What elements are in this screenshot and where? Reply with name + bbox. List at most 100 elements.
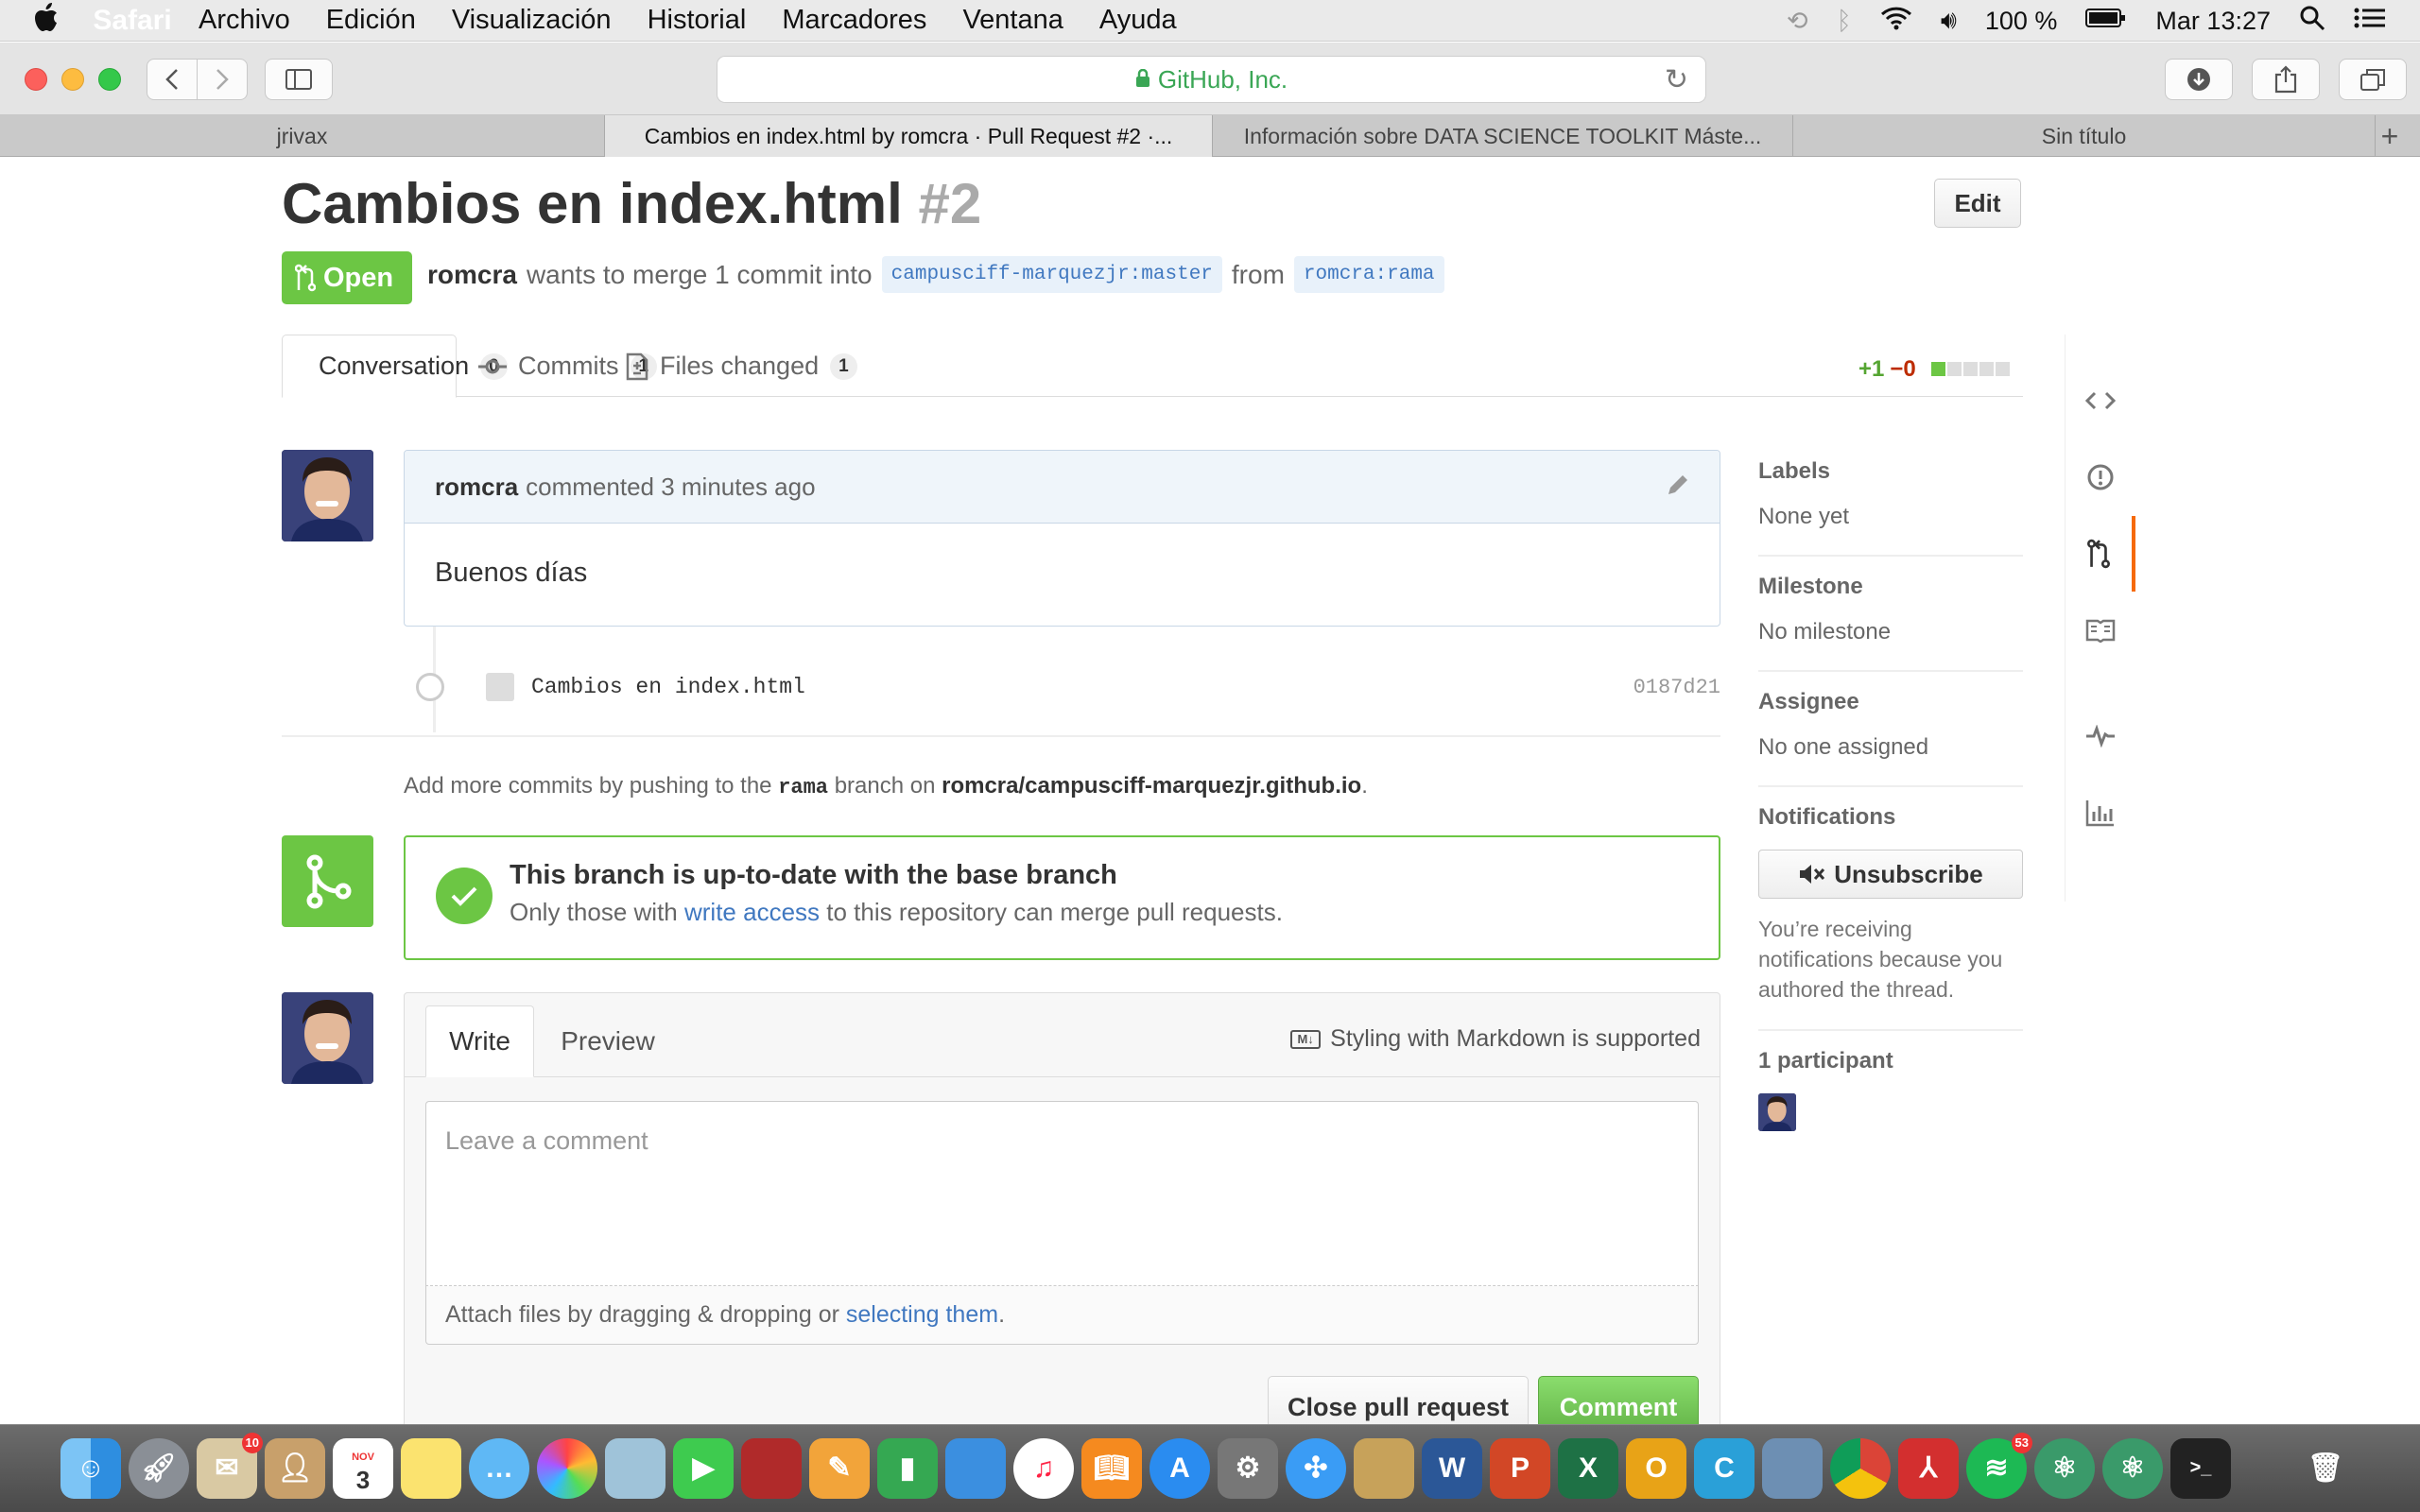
pencil-icon[interactable]	[1665, 472, 1691, 505]
launchpad-icon[interactable]: 🚀︎	[129, 1437, 189, 1499]
issues-icon[interactable]	[2066, 439, 2135, 515]
itunes-icon[interactable]: ♫	[1013, 1437, 1074, 1499]
finder-icon[interactable]: ☺	[60, 1437, 121, 1499]
commit-sha[interactable]: 0187d21	[1634, 676, 1720, 699]
unsubscribe-button[interactable]: Unsubscribe	[1758, 850, 2023, 899]
facetime-icon[interactable]: ▶	[673, 1437, 734, 1499]
zoom-window-button[interactable]	[98, 68, 121, 91]
apple-menu-icon[interactable]	[34, 2, 83, 39]
atom-icon[interactable]: ⚛	[2034, 1437, 2095, 1499]
minimize-window-button[interactable]	[61, 68, 84, 91]
tab-files-changed[interactable]: Files changed 1	[599, 335, 884, 398]
commit-author-avatar[interactable]	[486, 673, 514, 701]
comment-author[interactable]: romcra	[435, 472, 518, 502]
new-tab-button[interactable]: +	[2376, 115, 2404, 157]
graphs-icon[interactable]	[2066, 775, 2135, 850]
c-app-icon[interactable]: C	[1694, 1437, 1754, 1499]
mail-icon[interactable]: ✉ 10	[197, 1432, 263, 1499]
back-button[interactable]	[147, 59, 198, 100]
comment-button[interactable]: Comment	[1538, 1376, 1699, 1424]
notification-center-icon[interactable]	[2354, 7, 2386, 36]
bluetooth-icon[interactable]: ᛒ	[1837, 7, 1852, 36]
write-access-link[interactable]: write access	[684, 898, 820, 926]
comment-textarea[interactable]: Leave a comment	[425, 1101, 1699, 1286]
spotlight-search-icon[interactable]	[2299, 5, 2325, 38]
volume-icon[interactable]: 🔊︎	[1941, 6, 1957, 36]
wiki-book-icon[interactable]	[2066, 593, 2135, 668]
wifi-icon[interactable]	[1880, 6, 1912, 37]
tab-write[interactable]: Write	[425, 1005, 534, 1077]
pulse-icon[interactable]	[2066, 698, 2135, 774]
avatar[interactable]	[282, 992, 373, 1084]
pages-icon[interactable]: ✎	[809, 1437, 870, 1499]
keynote-icon[interactable]	[945, 1437, 1006, 1499]
preview-icon[interactable]	[605, 1437, 666, 1499]
spotify-icon[interactable]: ≋ 53	[1966, 1432, 2032, 1499]
sidebar-toggle-button[interactable]	[265, 59, 333, 100]
reload-icon[interactable]: ↻	[1665, 63, 1688, 96]
calendar-icon[interactable]: NOV 3	[333, 1437, 393, 1499]
atom-icon-2[interactable]: ⚛	[2102, 1437, 2163, 1499]
close-window-button[interactable]	[25, 68, 47, 91]
system-preferences-icon[interactable]: ⚙	[1218, 1437, 1278, 1499]
pr-author-link[interactable]: romcra	[427, 260, 517, 290]
page-content: Cambios en index.html #2 Edit Open romcr…	[0, 158, 2420, 1424]
tab-preview[interactable]: Preview	[546, 1005, 669, 1077]
menu-edicion[interactable]: Edición	[326, 5, 416, 36]
outlook-icon[interactable]: O	[1626, 1437, 1686, 1499]
downloads-button[interactable]	[2165, 59, 2233, 100]
base-ref[interactable]: campusciff-marquezjr:master	[881, 256, 1222, 293]
migration-assistant-icon[interactable]	[1762, 1437, 1823, 1499]
ibooks-icon[interactable]: 📖︎	[1081, 1437, 1142, 1499]
archive-utility-icon[interactable]	[1354, 1437, 1414, 1499]
word-icon[interactable]: W	[1422, 1437, 1482, 1499]
browser-tab[interactable]: Sin título	[1793, 115, 2376, 157]
photo-booth-icon[interactable]	[741, 1437, 802, 1499]
forward-button[interactable]	[197, 59, 248, 100]
show-tabs-button[interactable]	[2339, 59, 2407, 100]
browser-tab[interactable]: jrivax	[0, 115, 605, 157]
clock[interactable]: Mar 13:27	[2155, 7, 2271, 36]
participant-avatar[interactable]	[1758, 1093, 1796, 1131]
contacts-icon[interactable]: 👤︎	[265, 1437, 325, 1499]
chrome-icon[interactable]	[1830, 1437, 1891, 1499]
browser-tab-active[interactable]: Cambios en index.html by romcra · Pull R…	[605, 115, 1213, 157]
excel-icon[interactable]: X	[1558, 1437, 1618, 1499]
head-ref[interactable]: romcra:rama	[1293, 256, 1444, 293]
menu-historial[interactable]: Historial	[648, 5, 747, 36]
address-bar[interactable]: GitHub, Inc. ↻	[717, 56, 1706, 103]
close-pull-request-button[interactable]: Close pull request	[1268, 1376, 1529, 1424]
photos-icon[interactable]	[537, 1437, 597, 1499]
avatar[interactable]	[282, 450, 373, 541]
trash-icon[interactable]: 🗑︎	[2295, 1438, 2356, 1499]
edit-button[interactable]: Edit	[1934, 179, 2021, 228]
share-button[interactable]	[2252, 59, 2320, 100]
pull-requests-nav-icon[interactable]	[2066, 516, 2135, 592]
attach-files-area[interactable]: Attach files by dragging & dropping or s…	[425, 1286, 1699, 1345]
calendar-day: 3	[355, 1465, 371, 1494]
battery-icon[interactable]	[2085, 7, 2127, 36]
menu-marcadores[interactable]: Marcadores	[782, 5, 926, 36]
powerpoint-icon[interactable]: P	[1490, 1437, 1550, 1499]
commit-message[interactable]: Cambios en index.html	[531, 675, 805, 699]
time-machine-icon[interactable]: ⟲	[1787, 7, 1808, 36]
menu-ayuda[interactable]: Ayuda	[1099, 5, 1177, 36]
menu-archivo[interactable]: Archivo	[199, 5, 290, 36]
safari-icon[interactable]: ✣	[1286, 1437, 1346, 1499]
menu-ventana[interactable]: Ventana	[962, 5, 1063, 36]
merge-text-after: to this repository can merge pull reques…	[826, 898, 1283, 926]
messages-icon[interactable]: …	[469, 1437, 529, 1499]
git-commit-icon	[478, 359, 507, 373]
select-files-link[interactable]: selecting them	[846, 1301, 998, 1328]
tab-conversation[interactable]: Conversation 0	[282, 335, 508, 398]
menu-visualizacion[interactable]: Visualización	[452, 5, 612, 36]
numbers-icon[interactable]: ▮	[877, 1437, 938, 1499]
browser-tab[interactable]: Información sobre DATA SCIENCE TOOLKIT M…	[1213, 115, 1793, 157]
notes-icon[interactable]	[401, 1437, 461, 1499]
acrobat-icon[interactable]: ⅄	[1898, 1437, 1959, 1499]
app-store-icon[interactable]: A	[1150, 1437, 1210, 1499]
code-icon[interactable]	[2066, 363, 2135, 438]
terminal-icon[interactable]: >_	[2170, 1437, 2231, 1499]
pr-title: Cambios en index.html #2	[282, 171, 981, 236]
markdown-note[interactable]: M↓ Styling with Markdown is supported	[1290, 1025, 1701, 1053]
